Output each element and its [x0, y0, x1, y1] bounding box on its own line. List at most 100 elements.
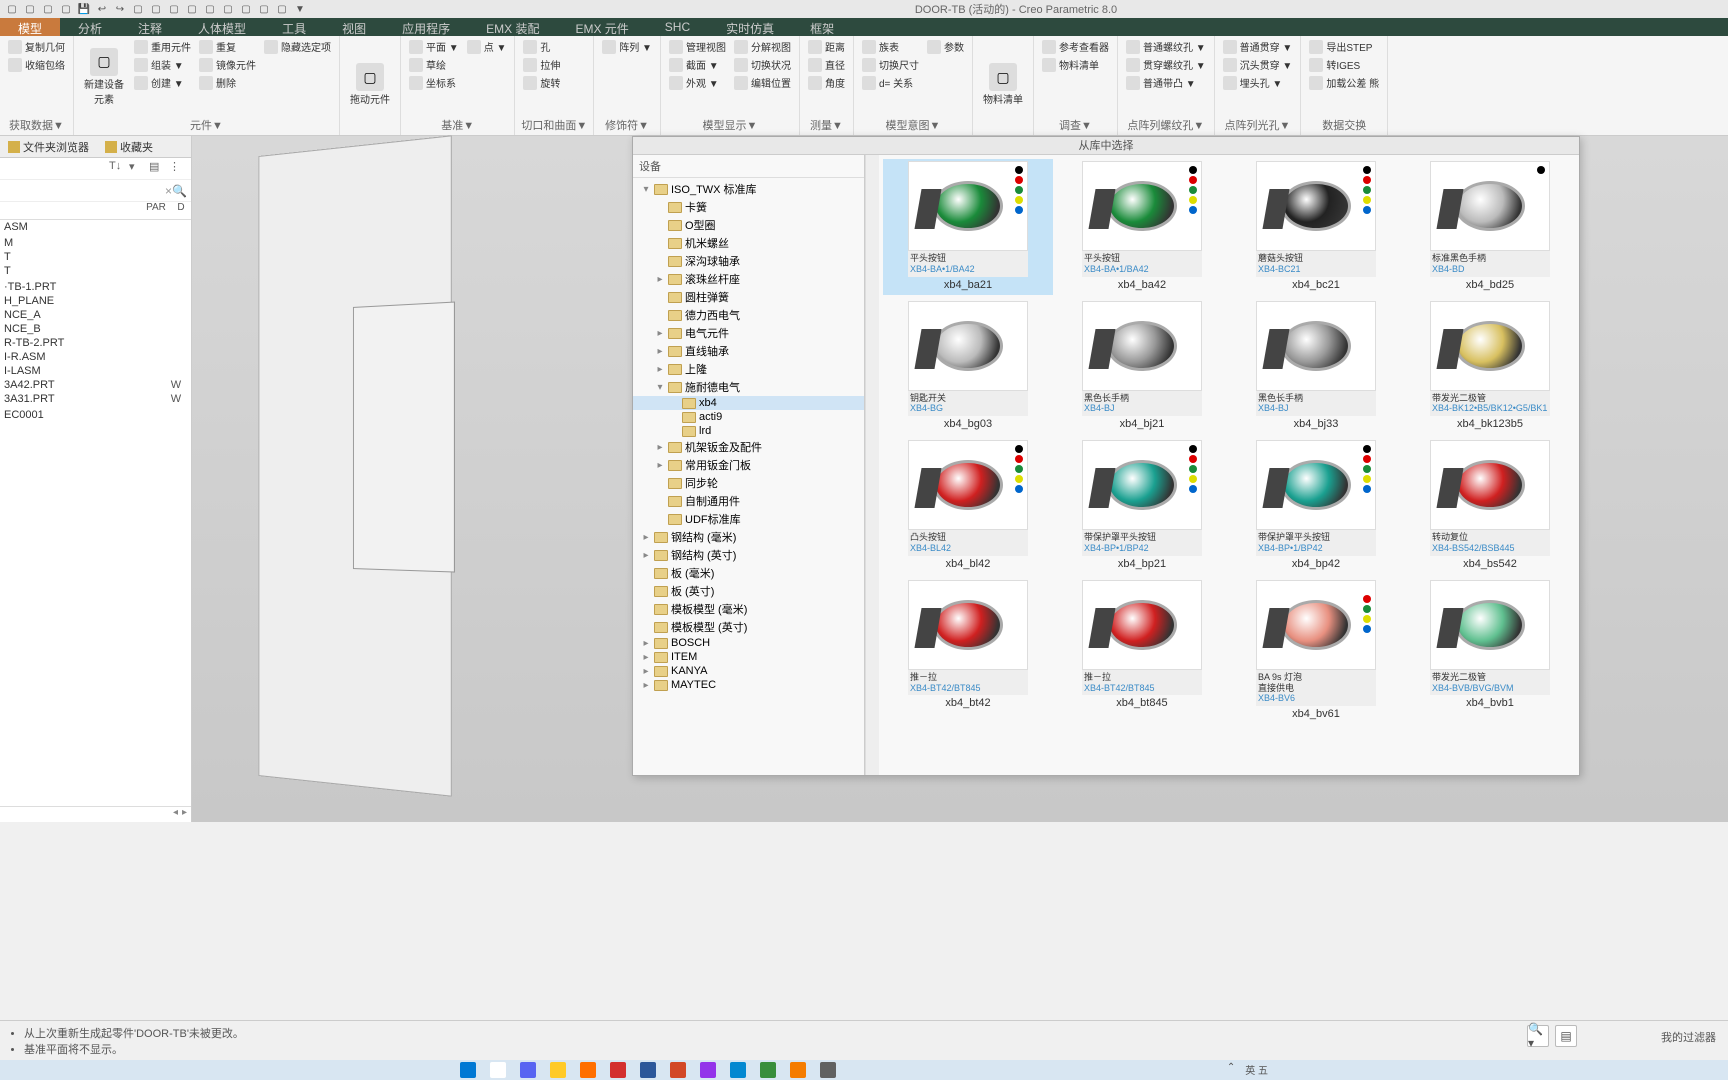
ribbon-button[interactable]: 坐标系 [407, 74, 461, 91]
tree-node[interactable]: ·TB-1.PRT [0, 280, 191, 294]
ribbon-button[interactable]: ▢拖动元件 [346, 38, 394, 131]
tree-node[interactable]: H_PLANE [0, 294, 191, 308]
ribbon-button[interactable]: 参考查看器 [1040, 38, 1111, 55]
ribbon-button[interactable]: 重复 [197, 38, 258, 55]
taskbar-app[interactable] [670, 1062, 686, 1078]
library-tree-node[interactable]: ▸常用钣金门板 [633, 456, 864, 474]
tab-favorites[interactable]: 收藏夹 [97, 136, 161, 157]
ribbon-button[interactable]: 物料清单 [1040, 56, 1111, 73]
tool-icon[interactable]: ▾ [129, 160, 145, 176]
tree-node[interactable]: M [0, 236, 191, 250]
qat-icon[interactable]: 💾 [76, 1, 92, 17]
library-item[interactable]: 蘑菇头按钮XB4-BC21xb4_bc21 [1231, 159, 1401, 295]
library-tree-node[interactable]: 自制通用件 [633, 492, 864, 510]
filter-label[interactable]: 我的过滤器 [1657, 1025, 1720, 1049]
library-tree-node[interactable]: ▸上隆 [633, 360, 864, 378]
qat-icon[interactable]: ▢ [58, 1, 74, 17]
library-tree-node[interactable]: ▸机架钣金及配件 [633, 438, 864, 456]
ribbon-button[interactable]: 普通螺纹孔 ▼ [1124, 38, 1208, 55]
ribbon-button[interactable]: 沉头贯穿 ▼ [1221, 56, 1295, 73]
qat-icon[interactable]: ▢ [40, 1, 56, 17]
tab-分析[interactable]: 分析 [60, 18, 120, 36]
qat-icon[interactable]: ▢ [130, 1, 146, 17]
ribbon-button[interactable]: 分解视图 [732, 38, 793, 55]
qat-icon[interactable]: ▢ [202, 1, 218, 17]
qat-icon[interactable]: ▢ [274, 1, 290, 17]
ime-indicator[interactable]: 英 五 [1245, 1062, 1268, 1078]
taskbar-app[interactable] [820, 1062, 836, 1078]
tab-SHC[interactable]: SHC [647, 18, 708, 36]
ribbon-button[interactable]: 切换尺寸 [860, 56, 921, 73]
clear-icon[interactable]: × [165, 184, 172, 198]
qat-icon[interactable]: ▢ [256, 1, 272, 17]
ribbon-button[interactable]: 平面 ▼ [407, 38, 461, 55]
3d-viewport[interactable]: 从库中选择 设备 ▾ISO_TWX 标准库卡簧O型圈机米螺丝深沟球轴承▸滚珠丝杆… [192, 136, 1728, 822]
view-button[interactable]: ▤ [1555, 1025, 1577, 1047]
tray-icon[interactable]: ⌃ [1227, 1062, 1235, 1078]
library-tree-node[interactable]: 圆柱弹簧 [633, 288, 864, 306]
library-tree-node[interactable]: ▸ITEM [633, 650, 864, 664]
ribbon-button[interactable]: 参数 [925, 38, 966, 55]
tree-node[interactable]: NCE_A [0, 308, 191, 322]
library-tree-node[interactable]: 模板模型 (英寸) [633, 618, 864, 636]
library-item[interactable]: 凸头按钮XB4-BL42xb4_bl42 [883, 438, 1053, 574]
find-button[interactable]: 🔍▾ [1527, 1025, 1549, 1047]
qat-icon[interactable]: ↪ [112, 1, 128, 17]
library-tree-node[interactable]: 同步轮 [633, 474, 864, 492]
ribbon-button[interactable]: ▢新建设备元素 [80, 38, 128, 115]
ribbon-button[interactable]: 导出STEP [1307, 38, 1381, 55]
library-item[interactable]: 钥匙开关XB4-BGxb4_bg03 [883, 299, 1053, 435]
library-item[interactable]: 带保护罩平头按钮XB4-BP•1/BP42xb4_bp21 [1057, 438, 1227, 574]
library-item[interactable]: BA 9s 灯泡直接供电XB4-BV6xb4_bv61 [1231, 578, 1401, 724]
start-button[interactable] [460, 1062, 476, 1078]
tab-模型[interactable]: 模型 [0, 18, 60, 36]
tool-icon[interactable]: T↓ [109, 160, 125, 176]
library-tree-node[interactable]: xb4 [633, 396, 864, 410]
tab-EMX 装配[interactable]: EMX 装配 [468, 18, 557, 36]
tree-node[interactable]: NCE_B [0, 322, 191, 336]
library-item[interactable]: 平头按钮XB4-BA•1/BA42xb4_ba21 [883, 159, 1053, 295]
library-item[interactable]: 转动复位XB4-BS542/BSB445xb4_bs542 [1405, 438, 1575, 574]
tab-EMX 元件[interactable]: EMX 元件 [557, 18, 646, 36]
ribbon-button[interactable]: 拉伸 [521, 56, 562, 73]
ribbon-button[interactable]: 收缩包络 [6, 56, 67, 73]
ribbon-button[interactable]: 切换状况 [732, 56, 793, 73]
library-item[interactable]: 黑色长手柄XB4-BJxb4_bj33 [1231, 299, 1401, 435]
taskbar-app[interactable] [640, 1062, 656, 1078]
taskbar-app[interactable] [520, 1062, 536, 1078]
tree-node[interactable]: 3A31.PRTW [0, 392, 191, 406]
ribbon-button[interactable]: 直径 [806, 56, 847, 73]
qat-icon[interactable]: ▢ [238, 1, 254, 17]
library-tree-node[interactable]: ▾ISO_TWX 标准库 [633, 180, 864, 198]
ribbon-button[interactable]: 埋头孔 ▼ [1221, 74, 1295, 91]
library-tree-node[interactable]: 板 (英寸) [633, 582, 864, 600]
library-tree-node[interactable]: 模板模型 (毫米) [633, 600, 864, 618]
ribbon-button[interactable]: 删除 [197, 74, 258, 91]
ribbon-button[interactable]: 旋转 [521, 74, 562, 91]
qat-icon[interactable]: ▢ [148, 1, 164, 17]
library-item[interactable]: 推－拉XB4-BT42/BT845xb4_bt845 [1057, 578, 1227, 724]
ribbon-button[interactable]: 族表 [860, 38, 921, 55]
taskbar-app[interactable] [730, 1062, 746, 1078]
tree-node[interactable]: I-R.ASM [0, 350, 191, 364]
ribbon-button[interactable]: 管理视图 [667, 38, 728, 55]
ribbon-button[interactable]: 距离 [806, 38, 847, 55]
qat-icon[interactable]: ▢ [4, 1, 20, 17]
ribbon-button[interactable]: 普通贯穿 ▼ [1221, 38, 1295, 55]
taskbar-app[interactable] [610, 1062, 626, 1078]
ribbon-button[interactable]: 孔 [521, 38, 562, 55]
search-icon[interactable]: 🔍 [172, 184, 187, 198]
qat-icon[interactable]: ▢ [220, 1, 236, 17]
library-tree-node[interactable]: 卡簧 [633, 198, 864, 216]
ribbon-button[interactable]: 创建 ▼ [132, 74, 193, 91]
library-tree-node[interactable]: lrd [633, 424, 864, 438]
qat-icon[interactable]: ▢ [184, 1, 200, 17]
ribbon-button[interactable]: 截面 ▼ [667, 56, 728, 73]
ribbon-button[interactable]: 贯穿螺纹孔 ▼ [1124, 56, 1208, 73]
tree-node[interactable]: I-LASM [0, 364, 191, 378]
taskbar-app[interactable] [790, 1062, 806, 1078]
ribbon-button[interactable]: ▢物料清单 [979, 38, 1027, 131]
library-tree-node[interactable]: ▸电气元件 [633, 324, 864, 342]
search-icon[interactable] [490, 1062, 506, 1078]
library-item[interactable]: 带发光二极管XB4-BVB/BVG/BVMxb4_bvb1 [1405, 578, 1575, 724]
